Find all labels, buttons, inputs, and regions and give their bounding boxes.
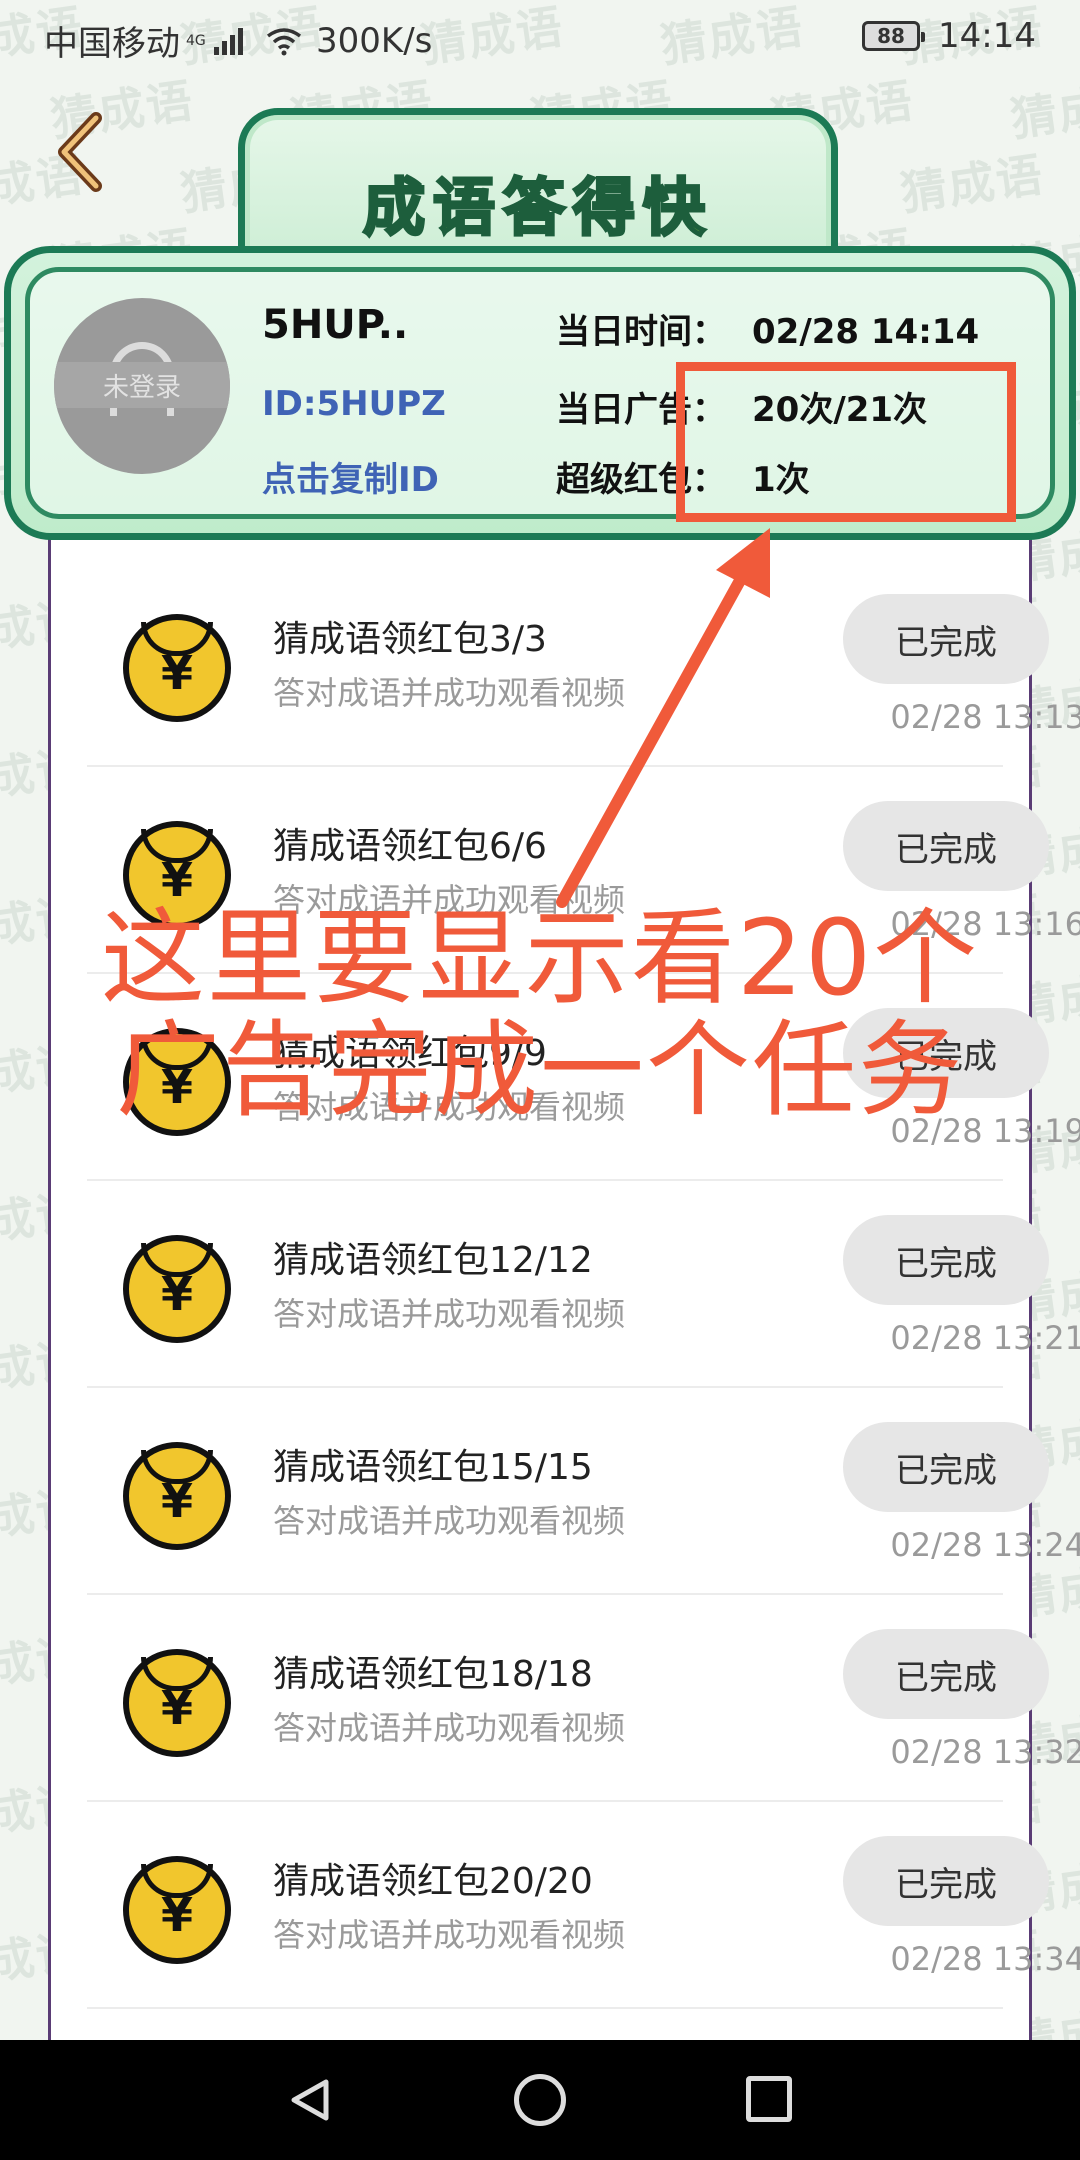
back-arrow-icon[interactable] <box>52 112 112 192</box>
task-title: 猜成语领红包15/15 <box>273 1447 593 1488</box>
task-title: 猜成语领红包3/3 <box>273 619 547 660</box>
nav-recent-apps-icon[interactable] <box>746 2076 792 2122</box>
watermark-text: 猜成语 <box>897 147 1048 221</box>
status-bar: 中国移动 4G 300K/s 88 14:14 <box>0 0 1080 76</box>
network-type: 4G <box>186 32 206 49</box>
title-banner: 成语答得快 <box>238 108 838 268</box>
task-subtitle: 答对成语并成功观看视频 <box>273 1709 626 1747</box>
nav-back-icon[interactable] <box>288 2078 332 2122</box>
avatar[interactable]: 未登录 <box>54 298 230 474</box>
task-subtitle: 答对成语并成功观看视频 <box>273 1916 626 1954</box>
signal-icon <box>214 27 246 55</box>
task-subtitle: 答对成语并成功观看视频 <box>273 1295 626 1333</box>
completed-button[interactable]: 已完成 <box>843 1422 1049 1512</box>
carrier-name: 中国移动 <box>44 24 180 64</box>
wifi-icon <box>266 27 302 55</box>
stat-value: 02/28 14:14 <box>752 312 980 352</box>
task-row: ¥ 猜成语领红包12/12 答对成语并成功观看视频 已完成 02/28 13:2… <box>87 1181 1080 1388</box>
task-time: 02/28 13:21 <box>890 1319 1080 1357</box>
task-time: 02/28 13:13 <box>890 698 1080 736</box>
task-row: ¥ 猜成语领红包3/3 答对成语并成功观看视频 已完成 02/28 13:13 <box>87 560 1080 767</box>
page-title: 成语答得快 <box>361 170 713 246</box>
user-id: ID:5HUPZ <box>262 384 446 424</box>
task-time: 02/28 13:32 <box>890 1733 1080 1771</box>
coin-icon: ¥ <box>123 1235 231 1343</box>
clock: 14:14 <box>938 16 1036 56</box>
coin-icon: ¥ <box>123 1442 231 1550</box>
task-title: 猜成语领红包20/20 <box>273 1861 593 1902</box>
task-row: ¥ 猜成语领红包20/20 答对成语并成功观看视频 已完成 02/28 13:3… <box>87 1802 1080 2009</box>
user-name: 5HUP.. <box>262 302 409 348</box>
task-row: ¥ 猜成语领红包18/18 答对成语并成功观看视频 已完成 02/28 13:3… <box>87 1595 1080 1802</box>
task-title: 猜成语领红包18/18 <box>273 1654 593 1695</box>
battery-icon: 88 <box>862 21 926 51</box>
task-time: 02/28 13:24 <box>890 1526 1080 1564</box>
task-subtitle: 答对成语并成功观看视频 <box>273 1502 626 1540</box>
completed-button[interactable]: 已完成 <box>843 1215 1049 1305</box>
completed-button[interactable]: 已完成 <box>843 801 1049 891</box>
coin-icon: ¥ <box>123 614 231 722</box>
annotation-highlight-box <box>676 362 1016 522</box>
task-subtitle: 答对成语并成功观看视频 <box>273 674 626 712</box>
login-status-label: 未登录 <box>54 362 230 408</box>
completed-button[interactable]: 已完成 <box>843 1629 1049 1719</box>
annotation-text: 这里要显示看20个 广告完成一个任务 <box>70 902 1010 1126</box>
task-time: 02/28 13:34 <box>890 1940 1080 1978</box>
coin-icon: ¥ <box>123 1649 231 1757</box>
watermark-text: 猜成语 <box>1007 73 1080 147</box>
completed-button[interactable]: 已完成 <box>843 1836 1049 1926</box>
task-row: ¥ 猜成语领红包15/15 答对成语并成功观看视频 已完成 02/28 13:2… <box>87 1388 1080 1595</box>
coin-icon: ¥ <box>123 1856 231 1964</box>
task-list[interactable]: ¥ 猜成语领红包3/3 答对成语并成功观看视频 已完成 02/28 13:13 … <box>48 530 1080 2040</box>
system-nav-bar <box>0 2040 1080 2160</box>
network-speed: 300K/s <box>316 20 433 61</box>
stat-date-time: 当日时间： 02/28 14:14 <box>556 304 979 353</box>
task-title: 猜成语领红包12/12 <box>273 1240 593 1281</box>
battery-level: 88 <box>877 24 905 48</box>
stat-label: 当日时间： <box>556 312 726 352</box>
annotation-line-2: 广告完成一个任务 <box>115 1009 964 1131</box>
copy-id-button[interactable]: 点击复制ID <box>262 452 439 501</box>
nav-home-icon[interactable] <box>514 2074 566 2126</box>
annotation-line-1: 这里要显示看20个 <box>100 897 980 1019</box>
completed-button[interactable]: 已完成 <box>843 594 1049 684</box>
task-title: 猜成语领红包6/6 <box>273 826 547 867</box>
